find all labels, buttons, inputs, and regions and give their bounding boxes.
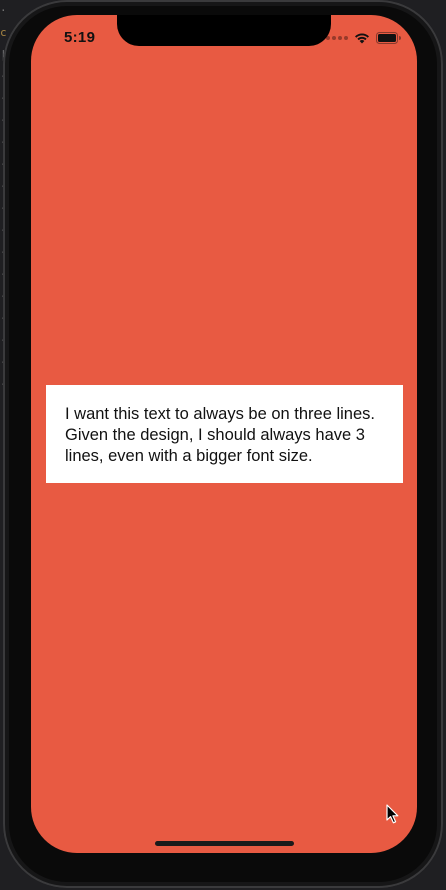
status-time: 5:19 bbox=[64, 29, 96, 46]
iphone-frame: 5:19 I want this text to always be on th… bbox=[3, 0, 443, 888]
three-line-label: I want this text to always be on three l… bbox=[65, 405, 375, 465]
status-indicators bbox=[326, 32, 401, 44]
simulator-screen: 5:19 I want this text to always be on th… bbox=[31, 15, 417, 853]
battery-icon bbox=[376, 32, 401, 44]
cellular-signal-icon bbox=[326, 36, 348, 40]
label-container: I want this text to always be on three l… bbox=[46, 385, 403, 483]
mouse-pointer-icon bbox=[386, 804, 400, 829]
wifi-icon bbox=[354, 32, 370, 44]
device-notch bbox=[117, 15, 331, 46]
home-indicator[interactable] bbox=[155, 841, 294, 846]
